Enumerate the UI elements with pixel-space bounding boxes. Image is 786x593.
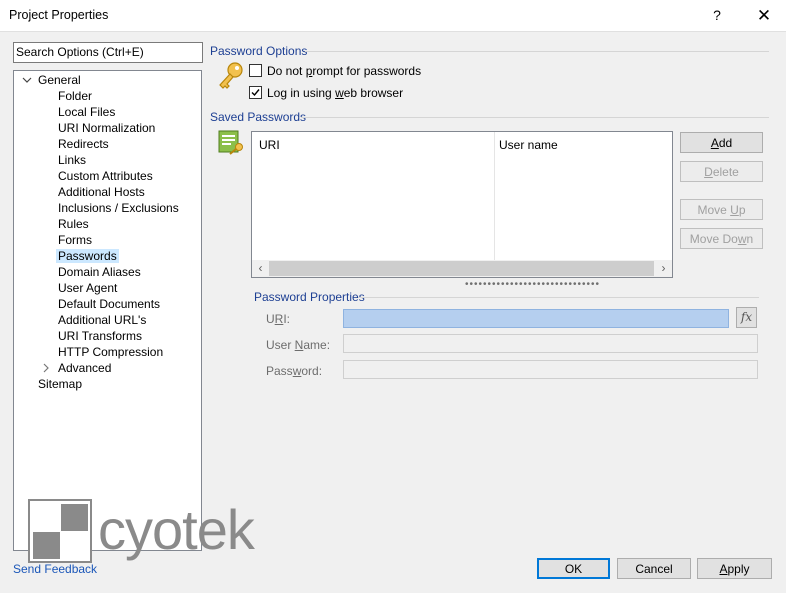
title-bar: Project Properties ? ✕: [0, 0, 786, 32]
log-in-web-browser-label[interactable]: Log in using web browser: [267, 86, 403, 100]
tree-item-label: Domain Aliases: [58, 265, 141, 279]
do-not-prompt-checkbox[interactable]: [249, 64, 262, 77]
tree-item-uri-normalization[interactable]: URI Normalization: [58, 120, 155, 136]
tree-item-label: Additional URL's: [58, 313, 147, 327]
cancel-button[interactable]: Cancel: [617, 558, 691, 579]
password-label: Password:: [266, 364, 323, 378]
tree-item-label: User Agent: [58, 281, 118, 295]
tree-item-label: URI Transforms: [58, 329, 143, 343]
tree-item-label: Default Documents: [58, 297, 161, 311]
tree-item-domain-aliases[interactable]: Domain Aliases: [58, 264, 141, 280]
tree-item-label: Redirects: [58, 137, 109, 151]
tree-item-label: HTTP Compression: [58, 345, 164, 359]
tree-item-http-compression[interactable]: HTTP Compression: [58, 344, 163, 360]
horizontal-scrollbar[interactable]: ‹ ›: [252, 260, 672, 277]
splitter-grip[interactable]: ••••••••••••••••••••••••••••••: [465, 280, 600, 290]
move-up-button[interactable]: Move Up: [680, 199, 763, 220]
tree-item-custom-attributes[interactable]: Custom Attributes: [58, 168, 153, 184]
chevron-right-icon[interactable]: [41, 363, 51, 373]
add-button[interactable]: Add: [680, 132, 763, 153]
column-header-uri[interactable]: URI: [259, 138, 280, 152]
tree-item-rules[interactable]: Rules: [58, 216, 89, 232]
divider: [358, 297, 759, 298]
tree-item-sitemap[interactable]: Sitemap: [38, 376, 82, 392]
send-feedback-link[interactable]: Send Feedback: [13, 562, 97, 576]
tree-item-redirects[interactable]: Redirects: [58, 136, 109, 152]
apply-button[interactable]: Apply: [697, 558, 772, 579]
tree-item-label: Forms: [58, 233, 92, 247]
saved-passwords-heading: Saved Passwords: [210, 110, 307, 124]
column-header-user-name[interactable]: User name: [499, 138, 558, 152]
ok-button[interactable]: OK: [537, 558, 610, 579]
user-name-input[interactable]: [343, 334, 758, 353]
tree-item-label: Passwords: [56, 249, 119, 263]
tree-item-label: Inclusions / Exclusions: [58, 201, 179, 215]
user-name-label: User Name:: [266, 338, 331, 352]
checkmark-icon: [251, 89, 260, 97]
password-input[interactable]: [343, 360, 758, 379]
tree-item-label: Sitemap: [38, 377, 83, 391]
tree-item-label: Links: [58, 153, 87, 167]
window-title: Project Properties: [9, 8, 109, 22]
password-list-icon: [218, 130, 243, 155]
tree-item-additional-hosts[interactable]: Additional Hosts: [58, 184, 145, 200]
uri-label: URI:: [266, 312, 291, 326]
tree-item-label: URI Normalization: [58, 121, 156, 135]
tree-item-forms[interactable]: Forms: [58, 232, 92, 248]
tree-item-default-documents[interactable]: Default Documents: [58, 296, 160, 312]
search-input[interactable]: Search Options (Ctrl+E): [13, 42, 203, 63]
tree-item-user-agent[interactable]: User Agent: [58, 280, 117, 296]
cyotek-logo-text: cyotek: [98, 498, 255, 561]
tree-item-inclusions-exclusions[interactable]: Inclusions / Exclusions: [58, 200, 179, 216]
tree-item-uri-transforms[interactable]: URI Transforms: [58, 328, 142, 344]
tree-item-label: Local Files: [58, 105, 116, 119]
saved-passwords-list[interactable]: URI User name ‹ ›: [251, 131, 673, 278]
scroll-right-icon[interactable]: ›: [655, 260, 672, 277]
cyotek-logo-icon: [28, 499, 92, 563]
uri-input[interactable]: [343, 309, 729, 328]
key-icon: [219, 62, 243, 89]
tree-item-passwords[interactable]: Passwords: [56, 248, 119, 264]
divider: [305, 51, 769, 52]
tree-item-additional-url-s[interactable]: Additional URL's: [58, 312, 146, 328]
column-divider[interactable]: [494, 132, 495, 260]
close-button[interactable]: ✕: [744, 0, 784, 31]
tree-item-label: Advanced: [58, 361, 112, 375]
tree-item-label: General: [38, 73, 81, 87]
tree-item-folder[interactable]: Folder: [58, 88, 92, 104]
move-down-button[interactable]: Move Down: [680, 228, 763, 249]
do-not-prompt-label[interactable]: Do not prompt for passwords: [267, 64, 421, 78]
log-in-web-browser-checkbox[interactable]: [249, 86, 262, 99]
tree-item-local-files[interactable]: Local Files: [58, 104, 115, 120]
tree-item-advanced[interactable]: Advanced: [58, 360, 111, 376]
password-options-heading: Password Options: [210, 44, 308, 58]
help-button[interactable]: ?: [707, 5, 727, 25]
delete-button[interactable]: Delete: [680, 161, 763, 182]
options-tree[interactable]: General Sitemap Folder Local Files URI Nor…: [13, 70, 202, 551]
chevron-down-icon[interactable]: [22, 75, 32, 85]
tree-item-general[interactable]: General: [38, 72, 81, 88]
divider: [301, 117, 769, 118]
fx-button[interactable]: fx: [736, 307, 757, 328]
tree-item-label: Custom Attributes: [58, 169, 153, 183]
tree-item-label: Folder: [58, 89, 93, 103]
scroll-left-icon[interactable]: ‹: [252, 260, 269, 277]
tree-item-label: Additional Hosts: [58, 185, 145, 199]
password-properties-heading: Password Properties: [254, 290, 365, 304]
scrollbar-thumb[interactable]: [269, 261, 654, 276]
tree-item-links[interactable]: Links: [58, 152, 86, 168]
tree-item-label: Rules: [58, 217, 89, 231]
